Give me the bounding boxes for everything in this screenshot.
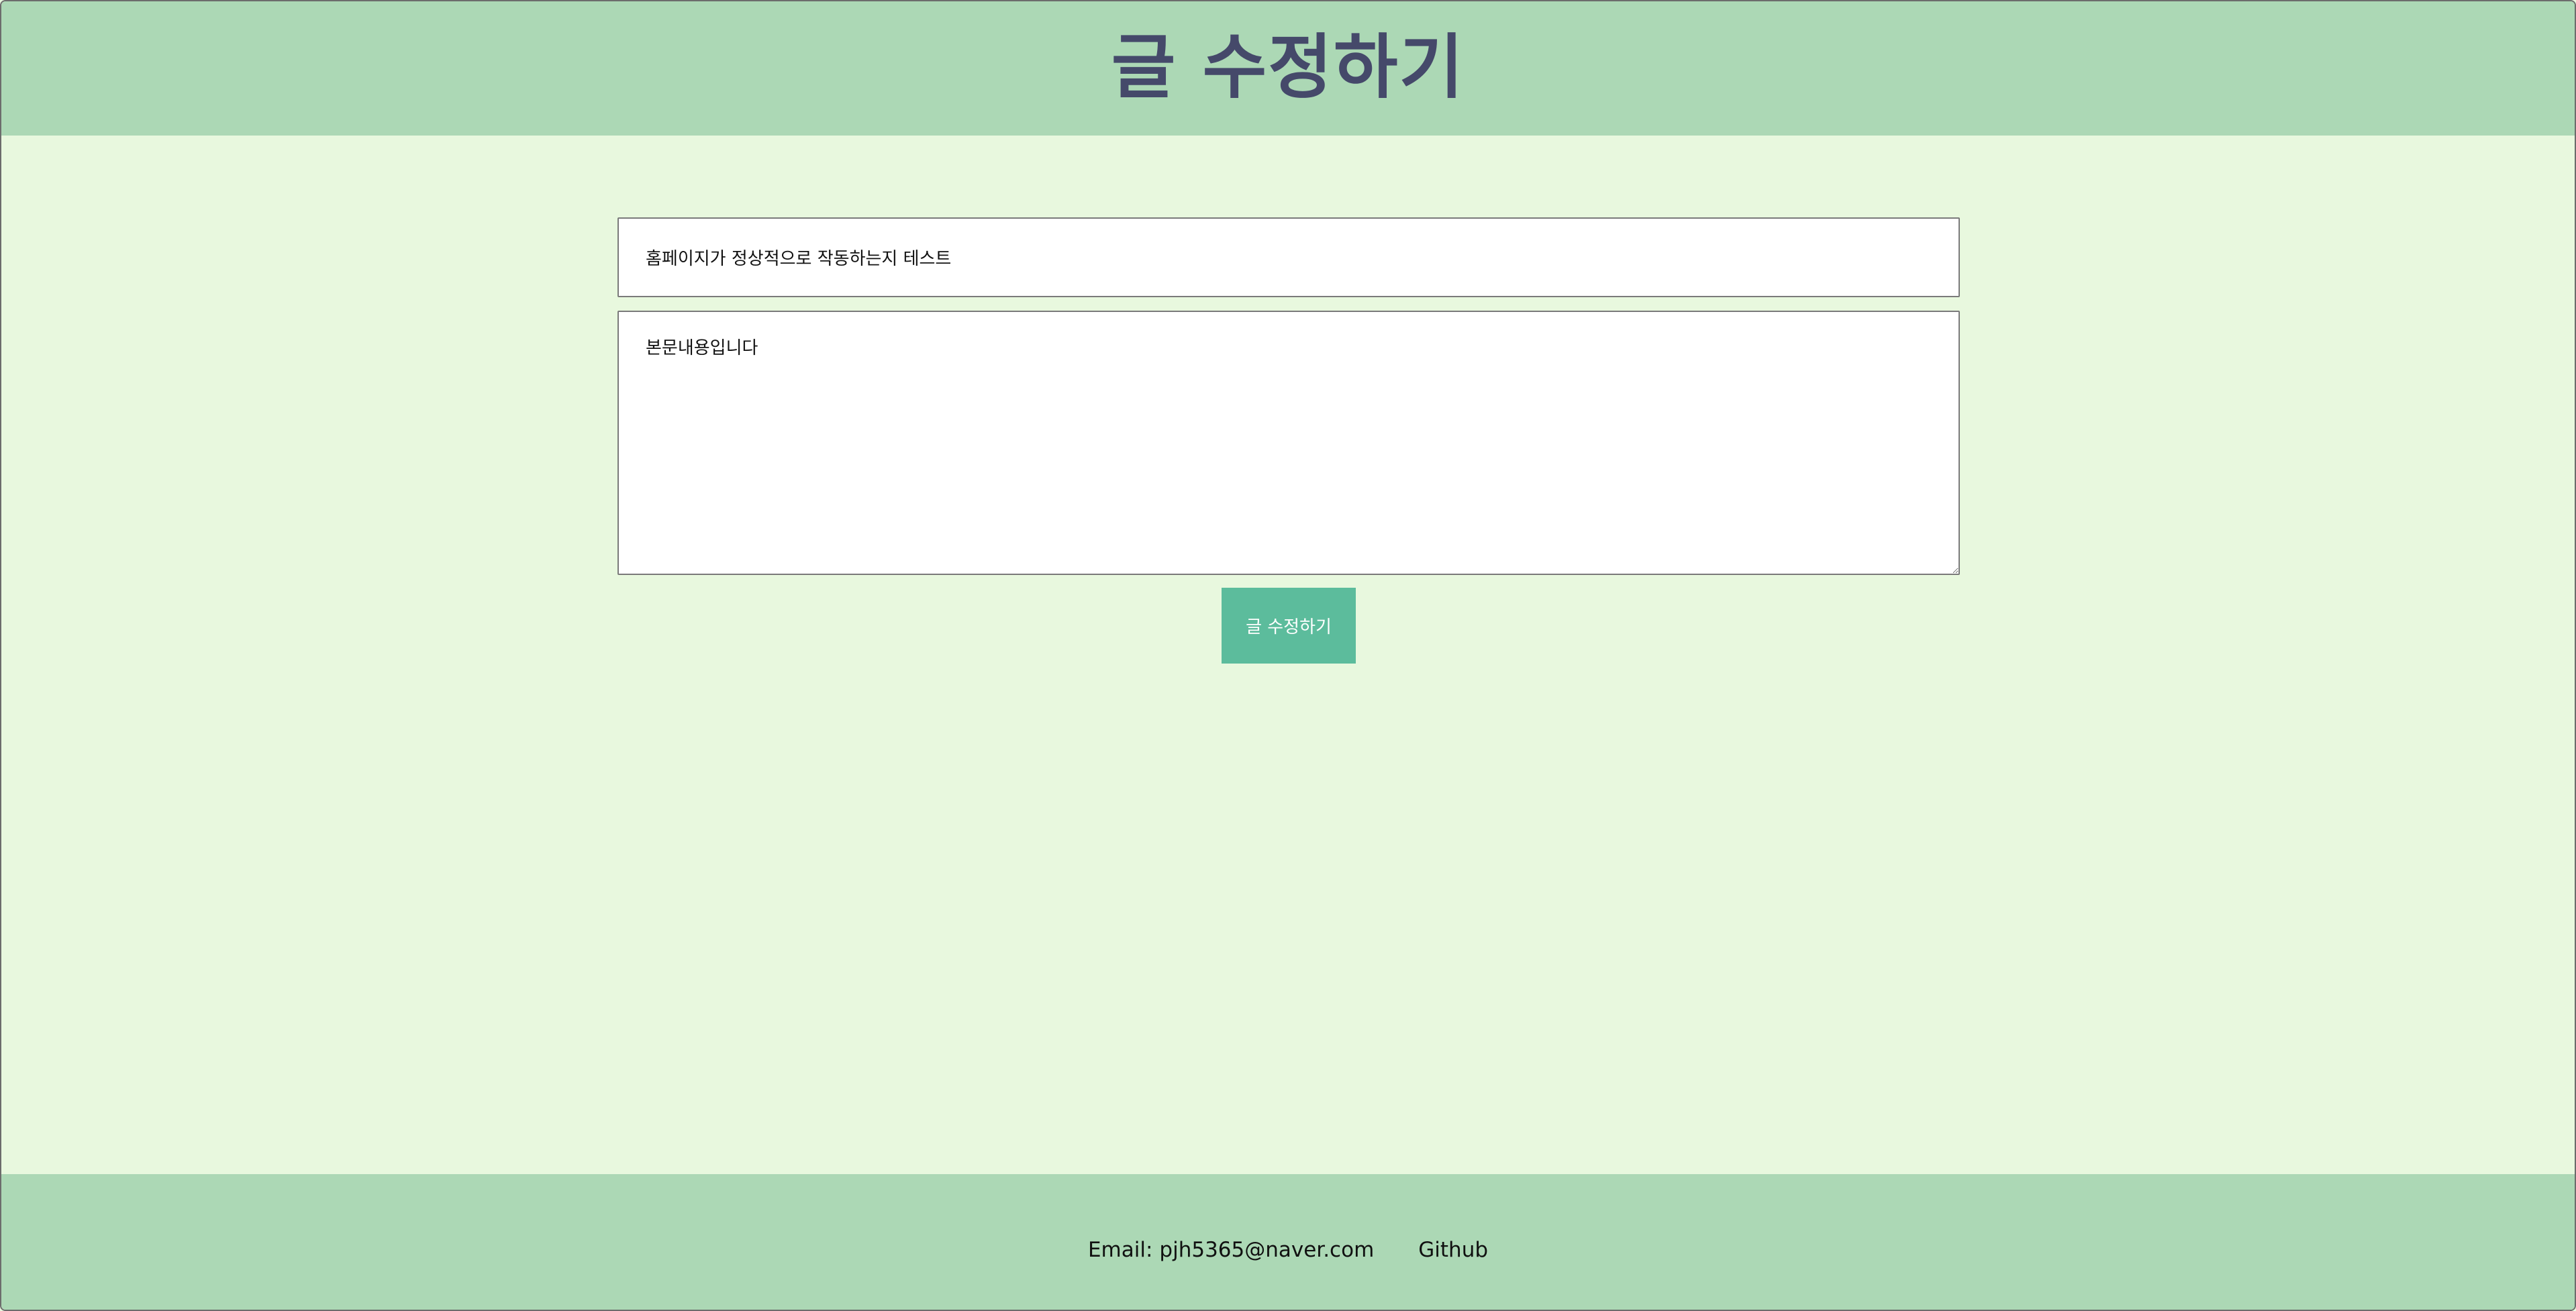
page-header: 글 수정하기	[1, 1, 2575, 136]
edit-post-button[interactable]: 글 수정하기	[1222, 588, 1356, 664]
footer-links: Email: pjh5365@naver.com Github	[1, 1238, 2575, 1262]
browser-page: 글 수정하기 본문내용입니다 글 수정하기 Email: pjh5365@nav…	[0, 0, 2576, 1311]
email-address: pjh5365@naver.com	[1159, 1238, 1375, 1262]
email-label: Email:	[1087, 1238, 1153, 1262]
post-content-textarea[interactable]: 본문내용입니다	[617, 311, 1960, 575]
post-title-input[interactable]	[617, 217, 1960, 297]
page-footer: Email: pjh5365@naver.com Github	[1, 1174, 2575, 1310]
email-contact: Email: pjh5365@naver.com	[1088, 1238, 1374, 1262]
page-title: 글 수정하기	[1111, 26, 1465, 108]
github-link[interactable]: Github	[1418, 1238, 1488, 1262]
edit-post-form: 본문내용입니다 글 수정하기	[1, 136, 2575, 1177]
